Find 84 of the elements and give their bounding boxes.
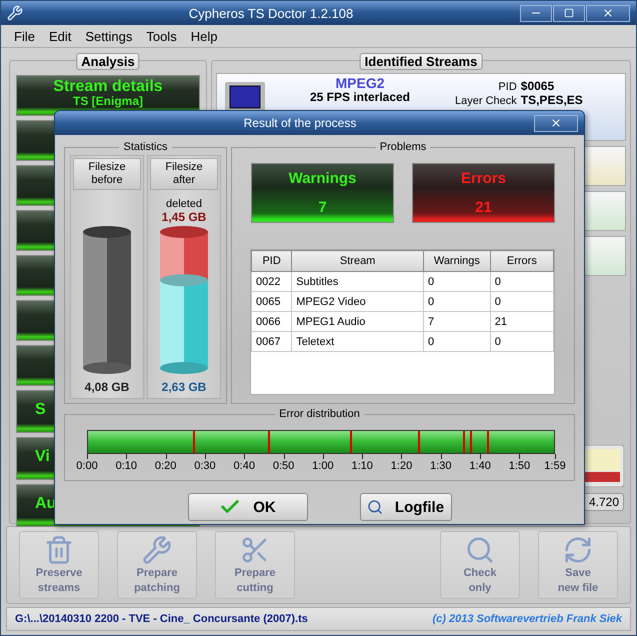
stream-detail: 25 FPS interlaced [310, 91, 410, 104]
pid-label: PID [497, 81, 517, 94]
close-button[interactable] [534, 114, 578, 132]
column-header[interactable]: Stream [292, 250, 424, 272]
deleted-size: 1,45 GB [162, 210, 206, 224]
close-icon [602, 7, 614, 19]
table-cell: 0065 [252, 292, 292, 312]
table-cell: 0 [490, 292, 554, 312]
time-label: 1:20 [390, 460, 412, 472]
table-cell: Teletext [292, 332, 424, 352]
refresh-icon [563, 535, 593, 565]
time-label: 1:50 [508, 460, 530, 472]
time-label: 1:10 [351, 460, 373, 472]
wrench-icon [142, 535, 172, 565]
monitor-icon [225, 82, 265, 112]
deleted-segment [160, 226, 208, 280]
counter-label: Errors [460, 170, 506, 187]
time-label: 1:59 [544, 460, 566, 472]
file-size: 4,08 GB [84, 380, 130, 394]
window-title: Cypheros TS Doctor 1.2.108 [188, 6, 354, 20]
menu-item[interactable]: Help [184, 28, 224, 44]
button-title: S [35, 401, 46, 418]
panel-heading: Identified Streams [360, 53, 482, 70]
counter-value: 7 [318, 199, 327, 216]
trash-icon [44, 535, 74, 565]
group-heading: Error distribution [278, 408, 361, 420]
minimize-button[interactable] [520, 4, 552, 22]
close-button[interactable] [586, 4, 630, 22]
table-cell: 7 [424, 312, 490, 332]
button-title: Vi [35, 448, 50, 465]
time-label: 0:40 [234, 460, 255, 472]
file-size: 2,63 GB [162, 380, 206, 394]
time-label: 0:30 [194, 460, 216, 472]
table-cell: 0 [424, 272, 490, 292]
time-label: 1:40 [469, 460, 491, 472]
maximize-icon [564, 8, 574, 18]
column-header[interactable]: PID [252, 250, 292, 272]
table-cell: MPEG1 Audio [292, 312, 424, 332]
table-cell: 0067 [252, 332, 292, 352]
search-icon [366, 499, 383, 515]
group-heading: Statistics [122, 141, 168, 153]
button-subtitle: TS [Enigma] [72, 95, 143, 108]
table-cell: 0 [424, 332, 490, 352]
table-cell: Subtitles [292, 272, 424, 292]
time-label: 0:50 [272, 460, 294, 472]
table-cell: 0 [490, 332, 554, 352]
ok-button[interactable]: OK [188, 493, 308, 521]
table-cell: 0066 [252, 312, 292, 332]
menu-item[interactable]: Settings [78, 28, 140, 44]
layer-check-value: TS,PES,ES [520, 94, 583, 107]
file-path: G:\...\20140310 2200 - TVE - Cine_ Concursante (2007).ts [15, 613, 308, 625]
menu-item[interactable]: File [7, 28, 42, 44]
time-label: 0:20 [154, 460, 176, 472]
pid-value: $0065 [520, 80, 556, 93]
table-cell: 0 [490, 272, 554, 292]
copyright-text: (c) 2013 Softwarevertrieb Frank Siek [432, 613, 622, 625]
deleted-label: deleted [166, 198, 202, 210]
column-header[interactable]: Errors [490, 250, 554, 272]
search-icon [465, 535, 495, 565]
time-label: 0:00 [76, 460, 98, 472]
wrench-icon [7, 5, 23, 21]
close-icon [550, 117, 562, 129]
logfile-button[interactable]: Logfile [360, 493, 452, 521]
menu-item[interactable]: Edit [42, 28, 78, 44]
table-cell: 0 [424, 292, 490, 312]
column-header: Filesize after [150, 158, 218, 190]
table-cell: 0022 [252, 272, 292, 292]
time-label: 1:30 [430, 460, 452, 472]
maximize-button[interactable] [553, 4, 585, 22]
layer-check-label: Layer Check [455, 95, 517, 108]
button-title: Stream details [53, 78, 163, 95]
table-cell: 21 [490, 312, 554, 332]
time-label: 1:00 [312, 460, 334, 472]
table-cell: MPEG2 Video [292, 292, 424, 312]
time-label: 0:10 [116, 460, 137, 472]
dialog-title: Result of the process [242, 116, 358, 130]
column-header: Filesize before [73, 158, 141, 190]
panel-heading: Analysis [76, 53, 140, 70]
group-heading: Problems [378, 141, 428, 153]
counter-label: Warnings [288, 170, 356, 187]
menu-item[interactable]: Tools [139, 28, 184, 44]
column-header[interactable]: Warnings [424, 250, 490, 272]
stream-format: MPEG2 [335, 75, 384, 91]
counter-value: 21 [475, 199, 492, 216]
